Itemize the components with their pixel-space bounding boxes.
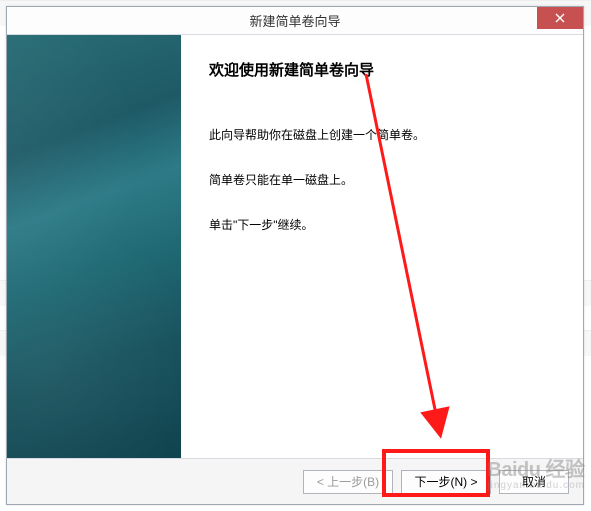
wizard-heading: 欢迎使用新建简单卷向导	[209, 59, 555, 80]
wizard-text-2: 简单卷只能在单一磁盘上。	[209, 171, 555, 188]
cancel-button[interactable]: 取消	[499, 470, 569, 494]
wizard-text-3: 单击"下一步"继续。	[209, 216, 555, 233]
next-button[interactable]: 下一步(N) >	[401, 470, 491, 494]
dialog-content: 欢迎使用新建简单卷向导 此向导帮助你在磁盘上创建一个简单卷。 简单卷只能在单一磁…	[7, 35, 583, 458]
wizard-main: 欢迎使用新建简单卷向导 此向导帮助你在磁盘上创建一个简单卷。 简单卷只能在单一磁…	[181, 35, 583, 458]
close-button[interactable]	[537, 7, 583, 29]
titlebar: 新建简单卷向导	[7, 7, 583, 35]
window-title: 新建简单卷向导	[7, 11, 583, 30]
wizard-text-1: 此向导帮助你在磁盘上创建一个简单卷。	[209, 126, 555, 143]
wizard-dialog: 新建简单卷向导 欢迎使用新建简单卷向导 此向导帮助你在磁盘上创建一个简单卷。 简…	[6, 6, 584, 505]
close-icon	[555, 13, 565, 23]
back-button: < 上一步(B)	[303, 470, 393, 494]
dialog-footer: < 上一步(B) 下一步(N) > 取消	[7, 458, 583, 504]
wizard-side-image	[7, 35, 181, 458]
